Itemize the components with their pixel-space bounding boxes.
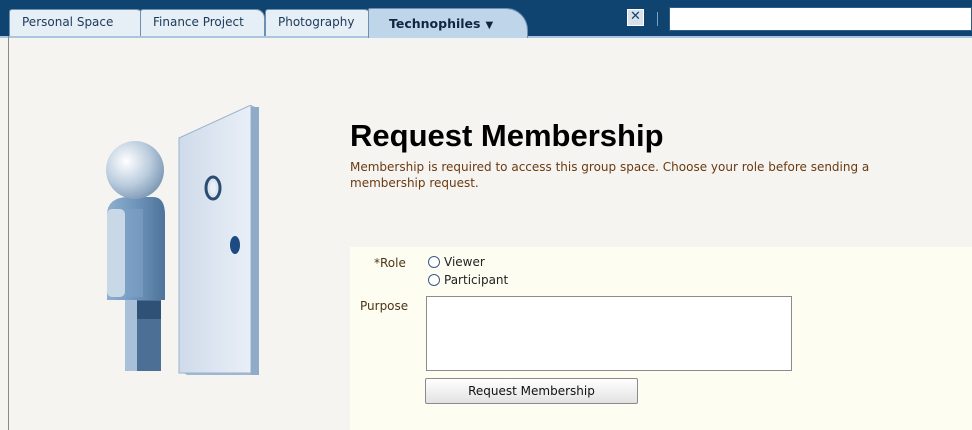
tab-photography[interactable]: Photography: [265, 9, 373, 36]
page-description: Membership is required to access this gr…: [350, 160, 870, 190]
close-icon[interactable]: ✕: [627, 9, 644, 26]
tab-technophiles-label: Technophiles: [389, 16, 481, 31]
tab-personal-space[interactable]: Personal Space: [9, 9, 145, 36]
tab-technophiles[interactable]: Technophiles ▼: [368, 8, 528, 38]
person-at-door-icon: [106, 105, 259, 375]
participant-option-label: Participant: [444, 273, 509, 287]
page-title: Request Membership: [350, 118, 664, 153]
dropdown-arrow-icon[interactable]: ▼: [485, 20, 493, 31]
role-label: *Role: [374, 256, 406, 270]
content-left-border: [8, 36, 9, 430]
tab-finance-project[interactable]: Finance Project: [140, 9, 265, 36]
tab-bar-divider: [657, 12, 658, 26]
tab-bar-input[interactable]: [669, 7, 972, 31]
viewer-option-label: Viewer: [444, 255, 485, 269]
purpose-textarea[interactable]: [426, 296, 792, 371]
role-option-participant[interactable]: Participant: [428, 272, 508, 288]
viewer-radio-button[interactable]: [428, 256, 440, 268]
request-membership-button[interactable]: Request Membership: [425, 378, 638, 404]
role-label-text: Role: [380, 256, 406, 270]
purpose-label: Purpose: [360, 299, 409, 313]
participant-radio-button[interactable]: [428, 274, 440, 286]
tab-bar: Personal Space Finance Project Photograp…: [0, 0, 972, 38]
role-option-viewer[interactable]: Viewer: [428, 254, 485, 270]
